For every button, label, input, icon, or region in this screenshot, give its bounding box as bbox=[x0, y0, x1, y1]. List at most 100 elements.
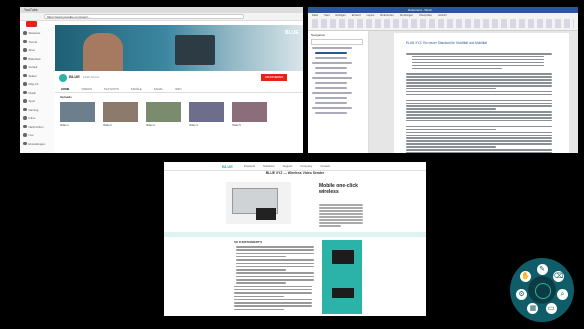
hero-heading: Mobile one-click wireless bbox=[319, 183, 358, 195]
subscribe-button[interactable]: ABONNIEREN bbox=[261, 74, 287, 81]
settings-icon[interactable]: ⚙ bbox=[516, 289, 528, 301]
sidebar-item[interactable]: Filme bbox=[23, 116, 35, 120]
nav-heading-item[interactable] bbox=[312, 77, 352, 79]
sidebar-item[interactable]: Gaming bbox=[23, 108, 38, 112]
video-title[interactable]: Video 1 bbox=[60, 124, 69, 127]
ribbon-tab[interactable]: Einfügen bbox=[336, 14, 346, 17]
channel-tab[interactable]: INFO bbox=[175, 86, 182, 92]
site-nav-item[interactable]: Contact bbox=[320, 164, 330, 168]
sidebar-item[interactable]: Live bbox=[23, 133, 34, 137]
nav-heading-item[interactable] bbox=[315, 97, 347, 99]
hand-icon[interactable]: ✋ bbox=[520, 271, 532, 283]
video-thumbnail[interactable] bbox=[103, 102, 138, 122]
video-title[interactable]: Video 4 bbox=[189, 124, 198, 127]
radial-center-button[interactable] bbox=[535, 283, 551, 299]
feature-text-line bbox=[236, 272, 314, 274]
ribbon-tab[interactable]: Entwurf bbox=[352, 14, 361, 17]
document-text-line bbox=[406, 146, 496, 148]
video-title[interactable]: Video 3 bbox=[146, 124, 155, 127]
channel-tab[interactable]: PLAYLISTS bbox=[104, 86, 119, 92]
sidebar-item-icon bbox=[23, 73, 27, 78]
ribbon-tab[interactable]: Start bbox=[324, 14, 329, 17]
sidebar-item[interactable]: Abos bbox=[23, 48, 35, 52]
document-text-line bbox=[412, 64, 544, 67]
document-page[interactable]: ELAN XYZ: Ein neuer Standard für Mobilit… bbox=[394, 33, 569, 153]
sidebar-item[interactable]: Bibliothek bbox=[23, 57, 41, 61]
nav-heading-item[interactable] bbox=[315, 87, 347, 89]
product-webpage-window[interactable]: BLUE Products Solutions Support Company Cont… bbox=[164, 162, 426, 316]
magnify-icon[interactable]: ⌕ bbox=[556, 289, 568, 301]
ribbon-tab[interactable]: Referenzen bbox=[380, 14, 393, 17]
nav-heading-item[interactable] bbox=[315, 57, 347, 59]
url-input[interactable]: https://www.youtube.com/user/... bbox=[44, 14, 244, 19]
ribbon-tab[interactable]: Sendungen bbox=[400, 14, 413, 17]
video-thumbnail[interactable] bbox=[146, 102, 181, 122]
document-text-line bbox=[406, 102, 552, 105]
hero-text-line bbox=[319, 213, 363, 215]
sidebar-item[interactable]: Sport bbox=[23, 99, 35, 103]
sidebar-item[interactable]: Einstellungen bbox=[23, 142, 45, 146]
radial-tool-menu[interactable]: ✎ ⌫ ⌕ ▭ ▦ ⚙ ✋ bbox=[510, 258, 574, 322]
document-text-line bbox=[406, 117, 552, 119]
video-title[interactable]: Video 5 bbox=[232, 124, 241, 127]
channel-tab[interactable]: VIDEOS bbox=[81, 86, 92, 92]
channel-tab[interactable]: HOME bbox=[61, 86, 69, 92]
feature-text-line bbox=[236, 259, 314, 261]
sidebar-item[interactable]: Mag ich bbox=[23, 82, 38, 86]
screen-icon[interactable]: ▭ bbox=[545, 303, 557, 315]
grid-icon[interactable]: ▦ bbox=[527, 303, 539, 315]
nav-heading-item[interactable] bbox=[312, 107, 352, 109]
feature-text-line bbox=[236, 252, 314, 255]
channel-tab[interactable]: KANAL bbox=[154, 86, 163, 92]
nav-heading-item[interactable] bbox=[315, 112, 347, 114]
video-title[interactable]: Video 2 bbox=[103, 124, 112, 127]
sidebar-item[interactable]: Verlauf bbox=[23, 65, 37, 69]
nav-heading-item[interactable] bbox=[315, 102, 347, 104]
banner-person-image bbox=[83, 33, 123, 71]
nav-heading-item[interactable] bbox=[312, 92, 352, 94]
document-text-line bbox=[406, 85, 552, 87]
ribbon-tab[interactable]: Ansicht bbox=[438, 14, 447, 17]
video-thumbnail[interactable] bbox=[60, 102, 95, 122]
channel-tab[interactable]: KANÄLE bbox=[131, 86, 142, 92]
sidebar-item[interactable]: Später bbox=[23, 74, 37, 78]
word-title: Dokument - Word bbox=[408, 8, 432, 12]
sidebar-item[interactable]: Musik bbox=[23, 91, 36, 95]
site-nav-item[interactable]: Solutions bbox=[263, 164, 275, 168]
ribbon-tab[interactable]: Datei bbox=[312, 14, 318, 17]
site-nav-item[interactable]: Support bbox=[283, 164, 293, 168]
nav-heading-item[interactable] bbox=[315, 82, 347, 84]
nav-heading-item[interactable] bbox=[315, 52, 347, 54]
sidebar-item-icon bbox=[23, 90, 27, 95]
feature-text-line bbox=[236, 255, 286, 258]
nav-heading-item[interactable] bbox=[312, 47, 352, 49]
video-thumbnail[interactable] bbox=[189, 102, 224, 122]
ribbon-tab[interactable]: Überprüfen bbox=[419, 14, 432, 17]
site-nav-item[interactable]: Company bbox=[300, 164, 312, 168]
channel-avatar[interactable] bbox=[59, 74, 67, 82]
youtube-window[interactable]: YouTube https://www.youtube.com/user/...… bbox=[20, 7, 303, 153]
nav-heading-item[interactable] bbox=[312, 62, 352, 64]
sidebar-item[interactable]: Startseite bbox=[23, 31, 40, 35]
sidebar-item-icon bbox=[23, 107, 27, 112]
ribbon-tab[interactable]: Layout bbox=[367, 14, 375, 17]
sidebar-item-label: Gaming bbox=[28, 107, 39, 112]
video-thumbnail[interactable] bbox=[232, 102, 267, 122]
pen-icon[interactable]: ✎ bbox=[536, 263, 548, 275]
browser-address-bar: https://www.youtube.com/user/... bbox=[20, 13, 303, 21]
sidebar-item[interactable]: Trends bbox=[23, 40, 37, 44]
word-window[interactable]: Dokument - Word Datei Start Einfügen Entwur… bbox=[308, 7, 578, 153]
site-logo[interactable]: BLUE bbox=[222, 164, 233, 169]
nav-heading-item[interactable] bbox=[315, 72, 347, 74]
sidebar-item-label: Nachrichten bbox=[28, 124, 44, 129]
ribbon-tools[interactable] bbox=[312, 19, 574, 28]
sidebar-item[interactable]: Nachrichten bbox=[23, 125, 43, 129]
eraser-icon[interactable]: ⌫ bbox=[552, 271, 564, 283]
feature-text-line bbox=[236, 249, 314, 251]
sidebar-item-icon bbox=[23, 124, 27, 129]
nav-heading-item[interactable] bbox=[315, 67, 347, 69]
sidebar-item-label: Live bbox=[28, 133, 34, 137]
nav-search-input[interactable] bbox=[311, 39, 363, 45]
site-nav-item[interactable]: Products bbox=[244, 164, 255, 168]
browser-tab-title[interactable]: YouTube bbox=[24, 8, 38, 12]
